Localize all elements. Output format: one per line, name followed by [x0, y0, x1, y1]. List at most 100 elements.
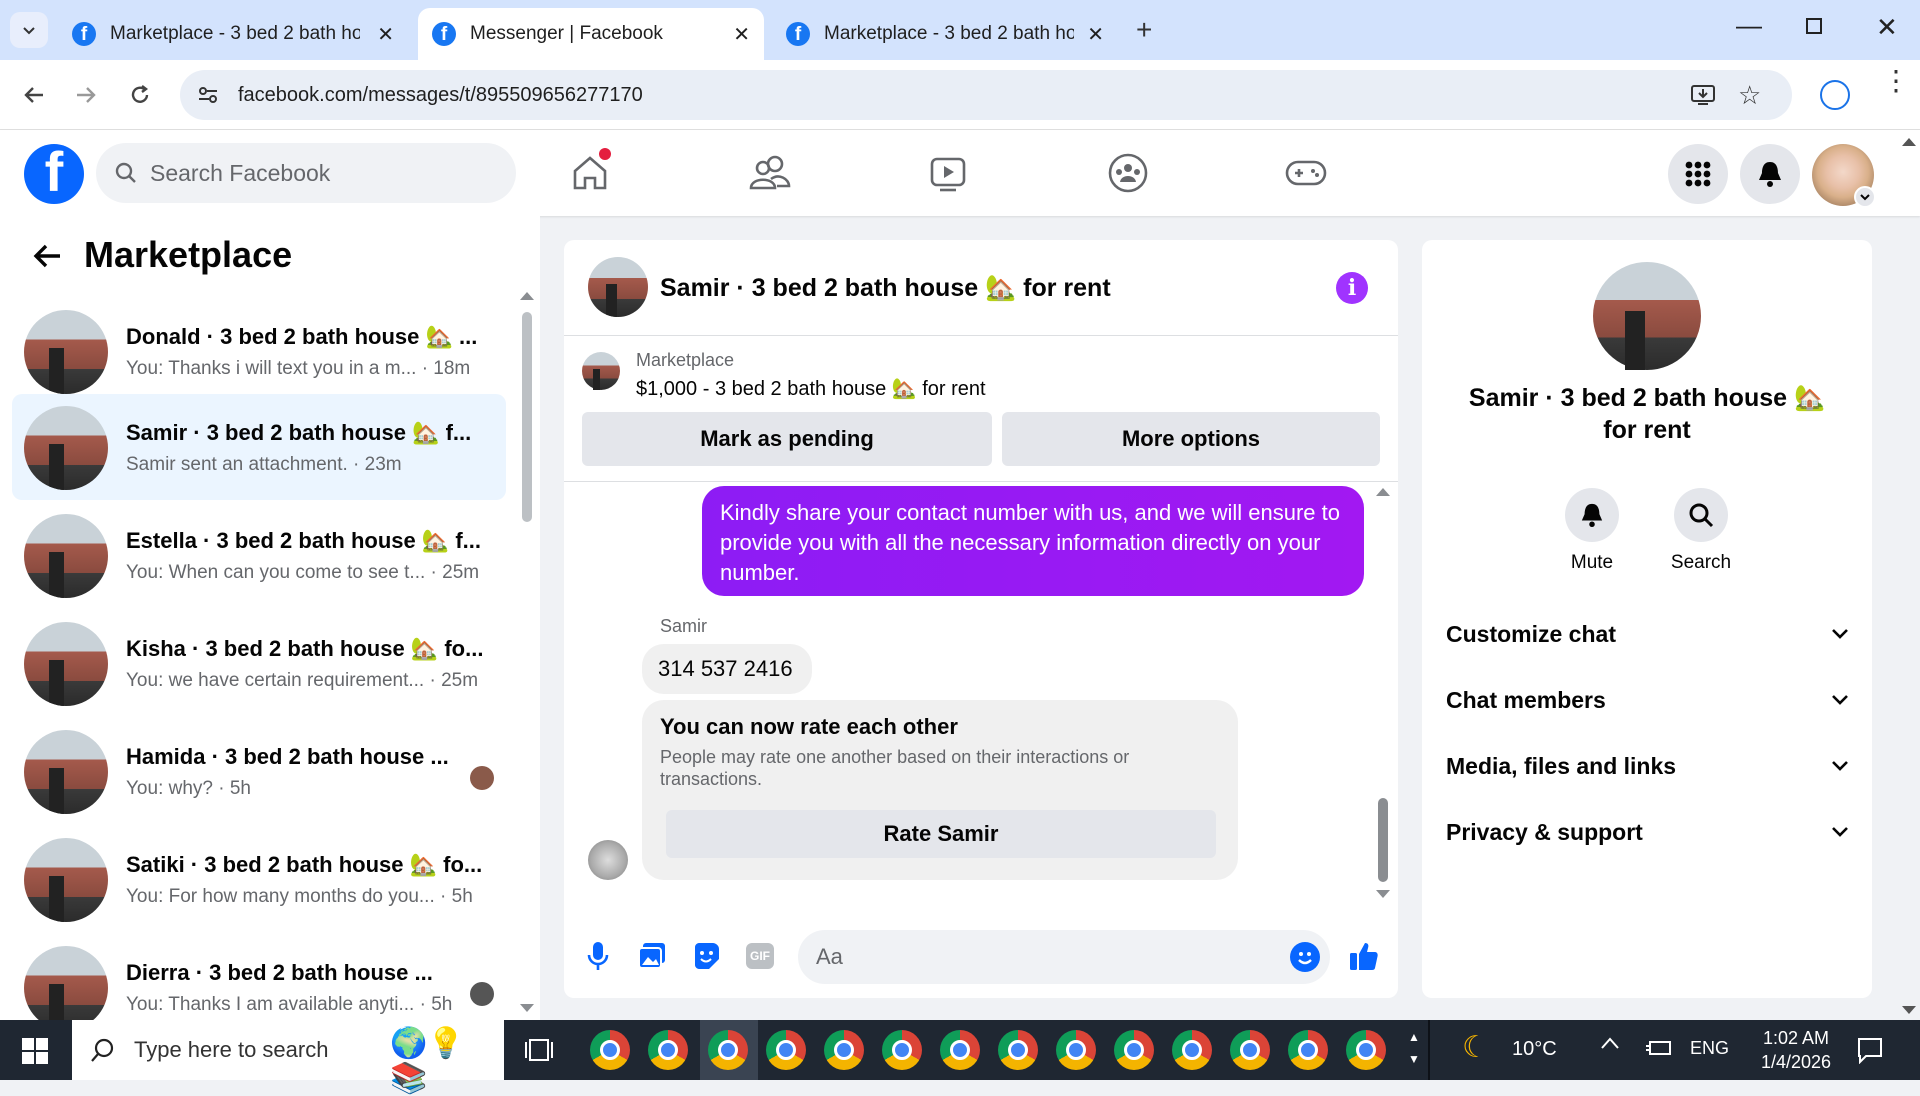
site-info-icon[interactable] [196, 83, 220, 107]
notifications-button[interactable] [1740, 144, 1800, 204]
chrome-taskbar-icon[interactable] [1114, 1030, 1154, 1070]
privacy-support-section[interactable]: Privacy & support [1446, 812, 1848, 852]
search-in-conversation-button[interactable]: Search [1666, 488, 1736, 574]
customize-chat-section[interactable]: Customize chat [1446, 614, 1848, 654]
chrome-taskbar-icon[interactable] [1346, 1030, 1386, 1070]
profile-icon[interactable] [1820, 80, 1850, 110]
conversation-item[interactable]: Hamida · 3 bed 2 bath house ... You: why… [12, 718, 506, 824]
conversation-title-line1: Samir · 3 bed 2 bath house 🏡 [1468, 384, 1826, 412]
network-icon[interactable] [1644, 1038, 1672, 1063]
facebook-search-input[interactable]: Search Facebook [96, 143, 516, 203]
chrome-taskbar-icon[interactable] [998, 1030, 1038, 1070]
minimize-button[interactable]: — [1736, 10, 1762, 41]
tab-list-button[interactable] [10, 12, 48, 48]
conversation-avatar[interactable] [1593, 262, 1701, 370]
incoming-message-text: 314 537 2416 [658, 656, 793, 681]
taskbar-scroll-icon[interactable]: ▲ ▼ [1408, 1026, 1420, 1070]
microphone-icon[interactable] [582, 940, 614, 972]
chat-title[interactable]: Samir · 3 bed 2 bath house 🏡 for rent [660, 274, 1111, 303]
groups-nav-icon[interactable] [1103, 148, 1153, 198]
chrome-taskbar-icon[interactable] [882, 1030, 922, 1070]
chat-avatar[interactable] [588, 257, 648, 317]
chrome-taskbar-icon[interactable] [1230, 1030, 1270, 1070]
message-input[interactable]: Aa [798, 930, 1330, 984]
scroll-down-arrow-icon[interactable] [520, 1004, 534, 1012]
sidebar-scrollbar[interactable] [522, 312, 532, 522]
chrome-taskbar-icon[interactable] [766, 1030, 806, 1070]
weather-moon-icon[interactable]: ☾ [1462, 1030, 1489, 1065]
outgoing-message[interactable]: Kindly share your contact number with us… [702, 486, 1364, 596]
incoming-message[interactable]: 314 537 2416 [642, 644, 812, 694]
listing-card: Marketplace $1,000 - 3 bed 2 bath house … [564, 336, 1398, 482]
photo-icon[interactable] [636, 940, 668, 972]
mute-button[interactable]: Mute [1562, 488, 1622, 574]
chrome-taskbar-icon[interactable] [940, 1030, 980, 1070]
close-tab-icon[interactable]: ✕ [733, 22, 750, 47]
new-tab-button[interactable]: + [1136, 14, 1152, 46]
language-indicator[interactable]: ENG [1690, 1038, 1729, 1059]
conversation-preview: You: For how many months do you... · 5h [126, 886, 473, 907]
info-icon[interactable]: i [1336, 272, 1368, 304]
friends-nav-icon[interactable] [745, 148, 795, 198]
install-app-icon[interactable] [1690, 83, 1716, 113]
browser-tab-1[interactable]: f Marketplace - 3 bed 2 bath hou ✕ [58, 8, 408, 60]
browser-tab-3[interactable]: f Marketplace - 3 bed 2 bath hou ✕ [772, 8, 1118, 60]
video-nav-icon[interactable] [923, 148, 973, 198]
media-files-links-section[interactable]: Media, files and links [1446, 746, 1848, 786]
conversation-item[interactable]: Estella · 3 bed 2 bath house 🏡 f... You:… [12, 502, 506, 608]
chrome-taskbar-icon[interactable] [1056, 1030, 1096, 1070]
weather-temperature[interactable]: 10°C [1512, 1038, 1557, 1061]
back-button[interactable] [16, 77, 52, 113]
mark-as-pending-button[interactable]: Mark as pending [582, 412, 992, 466]
chrome-taskbar-icon[interactable] [1288, 1030, 1328, 1070]
close-window-button[interactable]: ✕ [1876, 12, 1898, 43]
scroll-down-arrow-icon[interactable] [1376, 890, 1390, 898]
chrome-taskbar-icon[interactable] [708, 1030, 748, 1070]
page-scroll-up-arrow-icon[interactable] [1902, 138, 1916, 146]
browser-menu-icon[interactable]: ⋮ [1882, 67, 1910, 95]
chat-scrollbar[interactable] [1378, 798, 1388, 882]
reload-button[interactable] [122, 77, 158, 113]
home-nav-icon[interactable] [565, 148, 615, 198]
tray-chevron-up-icon[interactable] [1600, 1036, 1620, 1055]
conversation-item[interactable]: Donald · 3 bed 2 bath house 🏡 ... You: T… [12, 298, 506, 404]
chevron-down-icon[interactable] [1854, 186, 1876, 208]
rate-samir-button[interactable]: Rate Samir [666, 810, 1216, 858]
browser-tab-2[interactable]: f Messenger | Facebook ✕ [418, 8, 764, 60]
chrome-taskbar-icon[interactable] [824, 1030, 864, 1070]
conversation-item[interactable]: Dierra · 3 bed 2 bath house ... You: Tha… [12, 934, 506, 1020]
scroll-up-arrow-icon[interactable] [520, 292, 534, 300]
gaming-nav-icon[interactable] [1281, 148, 1331, 198]
chat-members-section[interactable]: Chat members [1446, 680, 1848, 720]
facebook-logo-icon[interactable]: f [24, 144, 84, 204]
page-scroll-down-arrow-icon[interactable] [1902, 1006, 1916, 1014]
chrome-taskbar-icon[interactable] [1172, 1030, 1212, 1070]
listing-details[interactable]: $1,000 - 3 bed 2 bath house 🏡 for rent [636, 376, 986, 401]
address-bar[interactable]: facebook.com/messages/t/895509656277170 … [180, 70, 1792, 120]
conversation-item[interactable]: Kisha · 3 bed 2 bath house 🏡 fo... You: … [12, 610, 506, 716]
chrome-taskbar-icon[interactable] [590, 1030, 630, 1070]
gif-icon[interactable]: GIF [744, 940, 776, 972]
account-avatar[interactable] [1812, 144, 1876, 208]
chrome-taskbar-icon[interactable] [648, 1030, 688, 1070]
back-arrow-icon[interactable] [32, 242, 62, 275]
conversation-item-active[interactable]: Samir · 3 bed 2 bath house 🏡 f... Samir … [12, 394, 506, 500]
close-tab-icon[interactable]: ✕ [1087, 22, 1104, 47]
notification-center-icon[interactable] [1856, 1036, 1884, 1069]
windows-start-icon[interactable] [22, 1038, 48, 1064]
sticker-icon[interactable] [690, 940, 722, 972]
scroll-up-arrow-icon[interactable] [1376, 488, 1390, 496]
emoji-icon[interactable] [1290, 942, 1320, 972]
conversation-item[interactable]: Satiki · 3 bed 2 bath house 🏡 fo... You:… [12, 826, 506, 932]
listing-thumbnail [24, 730, 108, 814]
task-view-icon[interactable] [524, 1036, 554, 1069]
bookmark-star-icon[interactable]: ☆ [1738, 80, 1761, 111]
menu-grid-button[interactable] [1668, 144, 1728, 204]
close-tab-icon[interactable]: ✕ [377, 22, 394, 47]
forward-button[interactable] [68, 77, 104, 113]
like-thumb-icon[interactable] [1348, 940, 1380, 972]
clock[interactable]: 1:02 AM 1/4/2026 [1746, 1026, 1846, 1074]
restore-button[interactable] [1806, 18, 1822, 34]
taskbar-search-box[interactable]: Type here to search 🌍💡📚 [72, 1020, 504, 1095]
more-options-button[interactable]: More options [1002, 412, 1380, 466]
